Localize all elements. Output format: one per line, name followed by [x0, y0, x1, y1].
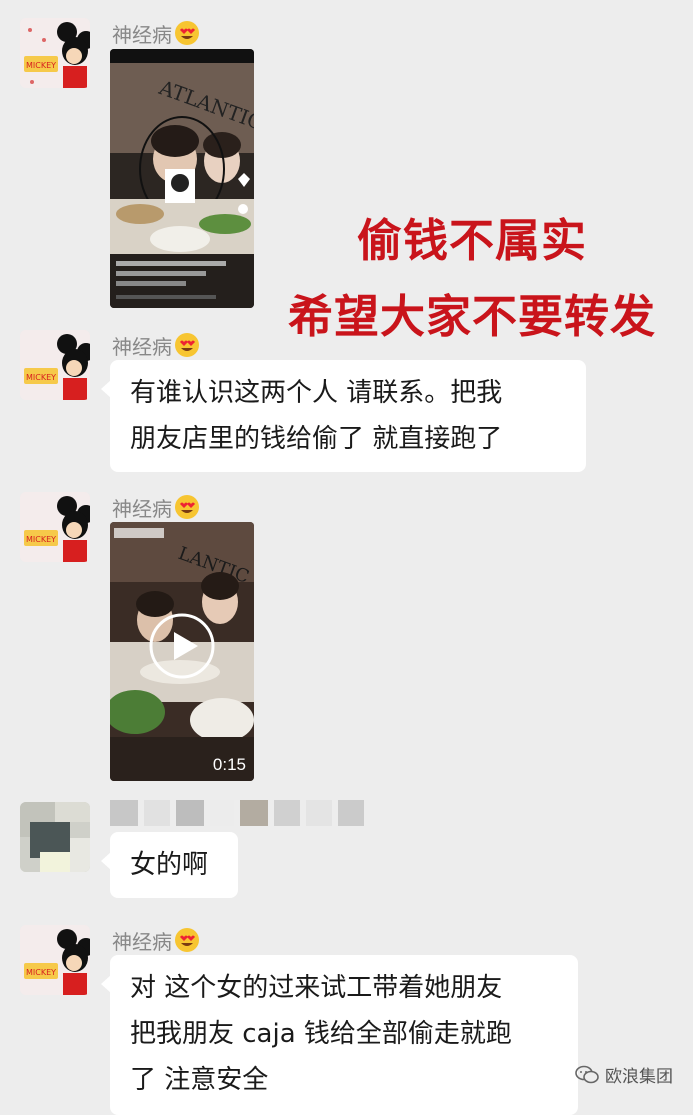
- overlay-notice: 偷钱不属实 希望大家不要转发: [262, 210, 682, 348]
- wechat-icon: [575, 1065, 599, 1090]
- svg-text:MICKEY: MICKEY: [26, 535, 56, 544]
- message-line: 女的啊: [130, 850, 209, 880]
- heart-eyes-emoji-icon: [174, 20, 200, 52]
- sender-name: 神经病: [112, 20, 200, 52]
- mickey-avatar[interactable]: MICKEY: [20, 925, 90, 995]
- watermark-text: 欧浪集团: [605, 1067, 673, 1087]
- message-bubble[interactable]: 女的啊: [101, 832, 238, 898]
- overlay-line-2: 希望大家不要转发: [287, 290, 656, 343]
- message-line: 有谁认识这两个人 请联系。把我: [130, 378, 503, 408]
- message-bubble[interactable]: 有谁认识这两个人 请联系。把我 朋友店里的钱给偷了 就直接跑了: [101, 360, 586, 472]
- svg-text:MICKEY: MICKEY: [26, 968, 56, 977]
- message-line: 朋友店里的钱给偷了 就直接跑了: [130, 424, 503, 454]
- message-line: 把我朋友 caja 钱给全部偷走就跑: [130, 1019, 512, 1049]
- svg-text:MICKEY: MICKEY: [26, 373, 56, 382]
- message-line: 了 注意安全: [130, 1065, 269, 1095]
- overlay-line-1: 偷钱不属实: [356, 214, 587, 267]
- video-thumbnail[interactable]: LANTIC 0:15: [110, 522, 254, 781]
- mickey-avatar[interactable]: MICKEY: [20, 492, 90, 562]
- blurred-sender-name: [110, 800, 390, 826]
- blurred-avatar[interactable]: [20, 802, 90, 872]
- shared-image-thumbnail[interactable]: ATLANTIC: [110, 49, 254, 308]
- svg-text:MICKEY: MICKEY: [26, 61, 56, 70]
- message-line: 对 这个女的过来试工带着她朋友: [130, 973, 503, 1003]
- message-bubble[interactable]: 对 这个女的过来试工带着她朋友 把我朋友 caja 钱给全部偷走就跑 了 注意安…: [101, 955, 578, 1115]
- mickey-avatar[interactable]: MICKEY: [20, 330, 90, 400]
- watermark: 欧浪集团: [575, 1062, 673, 1090]
- video-duration: 0:15: [212, 755, 246, 774]
- mickey-avatar[interactable]: MICKEY: [20, 18, 90, 88]
